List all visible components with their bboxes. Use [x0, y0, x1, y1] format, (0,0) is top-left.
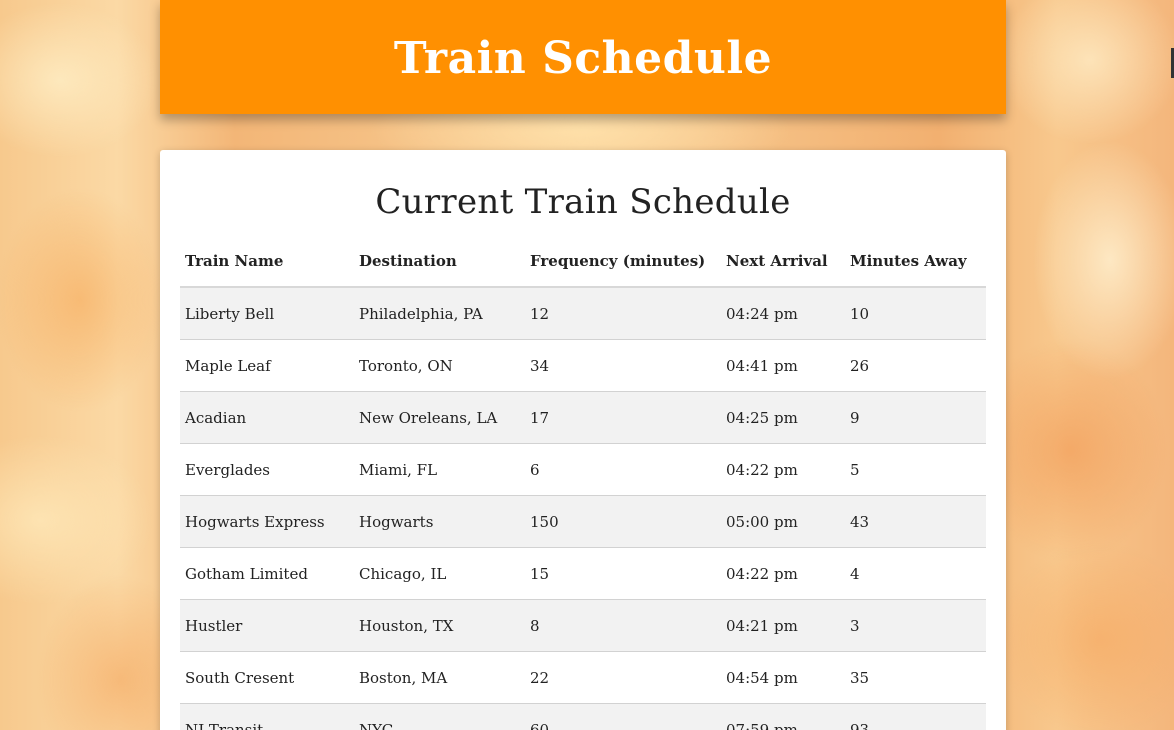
column-header-frequency: Frequency (minutes) [525, 236, 721, 288]
table-row: Liberty Bell Philadelphia, PA 12 04:24 p… [180, 286, 986, 340]
cell-destination: Miami, FL [354, 443, 525, 496]
cell-minutes-away: 3 [845, 599, 986, 652]
table-row: Hogwarts Express Hogwarts 150 05:00 pm 4… [180, 495, 986, 548]
cell-frequency: 34 [525, 339, 721, 392]
cell-train-name: NJ Transit [180, 703, 354, 730]
cell-destination: NYC [354, 703, 525, 730]
cell-train-name: Hogwarts Express [180, 495, 354, 548]
cell-destination: Toronto, ON [354, 339, 525, 392]
cell-minutes-away: 26 [845, 339, 986, 392]
cell-next-arrival: 04:41 pm [721, 339, 845, 392]
cell-train-name: Liberty Bell [180, 286, 354, 340]
cell-minutes-away: 35 [845, 651, 986, 704]
table-row: NJ Transit NYC 60 07:59 pm 93 [180, 703, 986, 730]
cell-frequency: 6 [525, 443, 721, 496]
cell-frequency: 12 [525, 286, 721, 340]
cell-frequency: 15 [525, 547, 721, 600]
cell-destination: New Oreleans, LA [354, 391, 525, 444]
cell-destination: Boston, MA [354, 651, 525, 704]
cell-train-name: Hustler [180, 599, 354, 652]
cell-next-arrival: 04:25 pm [721, 391, 845, 444]
train-schedule-table: Train Name Destination Frequency (minute… [180, 236, 986, 730]
cell-train-name: Gotham Limited [180, 547, 354, 600]
cell-next-arrival: 05:00 pm [721, 495, 845, 548]
table-row: Hustler Houston, TX 8 04:21 pm 3 [180, 599, 986, 652]
column-header-train-name: Train Name [180, 236, 354, 288]
header-bar: Train Schedule [160, 0, 1006, 114]
cell-train-name: South Cresent [180, 651, 354, 704]
cell-minutes-away: 4 [845, 547, 986, 600]
cell-frequency: 22 [525, 651, 721, 704]
cell-train-name: Maple Leaf [180, 339, 354, 392]
cell-train-name: Acadian [180, 391, 354, 444]
page-title: Train Schedule [393, 32, 773, 84]
cell-frequency: 17 [525, 391, 721, 444]
cell-destination: Houston, TX [354, 599, 525, 652]
cell-frequency: 60 [525, 703, 721, 730]
cell-minutes-away: 9 [845, 391, 986, 444]
column-header-minutes-away: Minutes Away [845, 236, 986, 288]
table-row: Acadian New Oreleans, LA 17 04:25 pm 9 [180, 391, 986, 444]
cell-destination: Chicago, IL [354, 547, 525, 600]
table-row: South Cresent Boston, MA 22 04:54 pm 35 [180, 651, 986, 704]
table-header-row: Train Name Destination Frequency (minute… [180, 236, 986, 288]
table-row: Gotham Limited Chicago, IL 15 04:22 pm 4 [180, 547, 986, 600]
schedule-panel: Current Train Schedule Train Name Destin… [160, 150, 1006, 730]
cell-next-arrival: 04:21 pm [721, 599, 845, 652]
cell-minutes-away: 5 [845, 443, 986, 496]
cell-frequency: 8 [525, 599, 721, 652]
schedule-title: Current Train Schedule [375, 182, 791, 222]
cell-frequency: 150 [525, 495, 721, 548]
cell-minutes-away: 93 [845, 703, 986, 730]
cell-minutes-away: 10 [845, 286, 986, 340]
cell-destination: Hogwarts [354, 495, 525, 548]
cell-minutes-away: 43 [845, 495, 986, 548]
cell-next-arrival: 07:59 pm [721, 703, 845, 730]
cell-train-name: Everglades [180, 443, 354, 496]
cell-next-arrival: 04:22 pm [721, 443, 845, 496]
cell-next-arrival: 04:24 pm [721, 286, 845, 340]
cell-next-arrival: 04:54 pm [721, 651, 845, 704]
column-header-next-arrival: Next Arrival [721, 236, 845, 288]
table-row: Maple Leaf Toronto, ON 34 04:41 pm 26 [180, 339, 986, 392]
cell-destination: Philadelphia, PA [354, 286, 525, 340]
column-header-destination: Destination [354, 236, 525, 288]
table-row: Everglades Miami, FL 6 04:22 pm 5 [180, 443, 986, 496]
cell-next-arrival: 04:22 pm [721, 547, 845, 600]
